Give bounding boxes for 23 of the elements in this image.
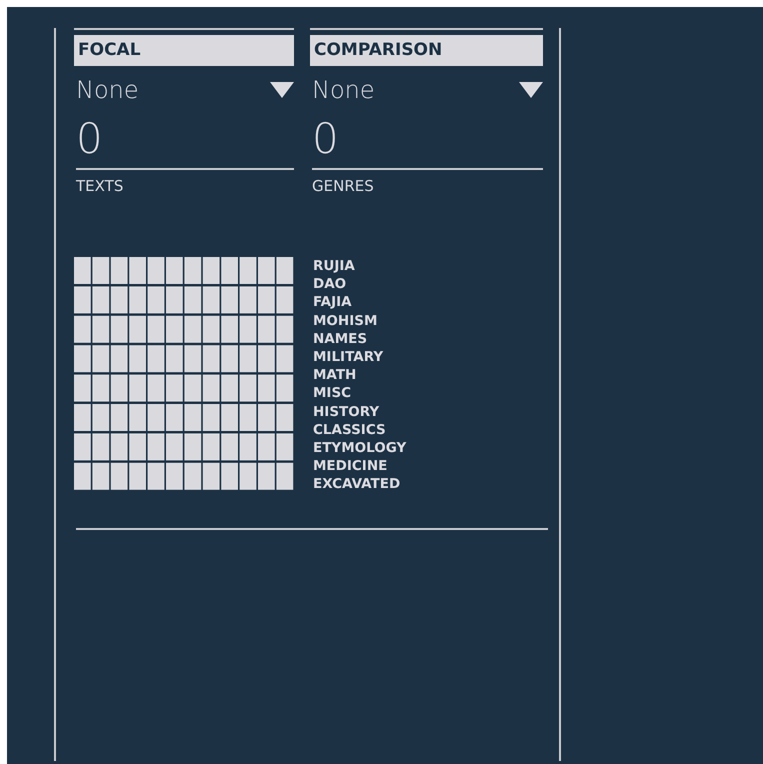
- genre-label: MISC: [313, 384, 352, 403]
- genre-label: DAO: [313, 275, 348, 294]
- genre-label: HISTORY: [313, 402, 380, 421]
- genre-label: MEDICINE: [313, 457, 388, 476]
- count-label: TEXTS: [75, 177, 124, 195]
- panel-header: COMPARISON: [310, 35, 543, 66]
- genre-label: CLASSICS: [313, 420, 387, 440]
- dropdown[interactable]: None: [310, 76, 543, 104]
- genre-label: ETYMOLOGY: [313, 439, 406, 458]
- genre-label: EXCAVATED: [313, 475, 402, 494]
- caret-icon: [519, 82, 543, 98]
- caret-icon: [270, 82, 294, 98]
- genre-label: MOHISM: [313, 312, 378, 330]
- genre-label: NAMES: [313, 330, 368, 348]
- count-label: GENRES: [311, 177, 375, 195]
- genre-label: MILITARY: [313, 348, 384, 366]
- count-value: 0: [311, 116, 340, 162]
- count-value: 0: [75, 116, 104, 162]
- genre-label: RUJIA: [313, 257, 356, 276]
- genre-label: MATH: [313, 366, 358, 384]
- panel-header: FOCAL: [74, 35, 294, 66]
- genre-label: FAJIA: [313, 293, 353, 312]
- dropdown[interactable]: None: [74, 76, 294, 104]
